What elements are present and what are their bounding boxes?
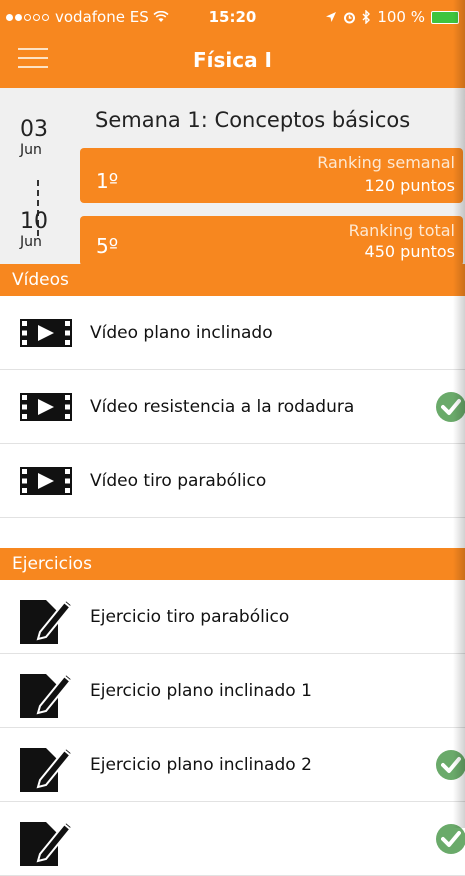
start-month: Jun bbox=[20, 142, 42, 158]
video-list-item[interactable]: Vídeo plano inclinado bbox=[0, 296, 465, 370]
start-day: 03 bbox=[20, 117, 48, 142]
item-label: Vídeo tiro parabólico bbox=[90, 471, 267, 491]
battery-percent: 100 % bbox=[377, 8, 425, 26]
exercise-list-item[interactable]: Ejercicio plano inclinado 2 bbox=[0, 728, 465, 802]
video-icon bbox=[20, 467, 72, 495]
total-ranking-label: Ranking total bbox=[348, 221, 455, 240]
item-label: Vídeo plano inclinado bbox=[90, 323, 273, 343]
edit-document-icon bbox=[20, 746, 74, 792]
video-icon bbox=[20, 393, 72, 421]
battery-icon bbox=[431, 10, 459, 24]
edit-document-icon bbox=[20, 820, 74, 866]
total-ranking-points: 450 puntos bbox=[364, 242, 455, 261]
video-list-item[interactable]: Vídeo tiro parabólico bbox=[0, 444, 465, 518]
exercise-list-item[interactable]: Ejercicio tiro parabólico bbox=[0, 580, 465, 654]
video-icon bbox=[20, 319, 72, 347]
weekly-ranking-position: 1º bbox=[96, 169, 119, 193]
alarm-icon bbox=[344, 12, 356, 23]
video-list-item[interactable]: Vídeo resistencia a la rodadura bbox=[0, 370, 465, 444]
weekly-ranking-points: 120 puntos bbox=[364, 176, 455, 195]
videos-section-header: Vídeos bbox=[0, 264, 465, 296]
week-end-date: 10 Jun bbox=[20, 209, 80, 251]
week-start-date: 03 Jun bbox=[20, 117, 80, 159]
exercise-list-item[interactable]: Ejercicio plano inclinado 1 bbox=[0, 654, 465, 728]
navigation-bar: Física I bbox=[0, 36, 465, 88]
end-month: Jun bbox=[20, 234, 42, 250]
item-label: Ejercicio plano inclinado 2 bbox=[90, 755, 312, 775]
week-title: Semana 1: Conceptos básicos bbox=[95, 108, 411, 132]
top-bar: vodafone ES 15:20 100 % Física I bbox=[0, 0, 465, 88]
item-label: Ejercicio plano inclinado 1 bbox=[90, 681, 312, 701]
completed-check-icon bbox=[436, 392, 465, 422]
location-arrow-icon bbox=[326, 12, 337, 22]
bluetooth-icon bbox=[362, 10, 371, 24]
edit-document-icon bbox=[20, 598, 74, 644]
total-ranking-card[interactable]: 5º Ranking total 450 puntos bbox=[80, 216, 463, 266]
status-right: 100 % bbox=[325, 8, 459, 26]
end-day: 10 bbox=[20, 209, 48, 234]
completed-check-icon bbox=[436, 824, 465, 854]
total-ranking-position: 5º bbox=[96, 234, 119, 258]
page-title: Física I bbox=[192, 48, 273, 72]
exercise-list-item[interactable] bbox=[0, 802, 465, 876]
completed-check-icon bbox=[436, 750, 465, 780]
item-label: Ejercicio tiro parabólico bbox=[90, 607, 290, 627]
edit-document-icon bbox=[20, 672, 74, 718]
weekly-ranking-label: Ranking semanal bbox=[317, 153, 455, 172]
exercises-section-header: Ejercicios bbox=[0, 548, 465, 580]
week-summary: Semana 1: Conceptos básicos 03 Jun 10 Ju… bbox=[0, 88, 465, 266]
weekly-ranking-card[interactable]: 1º Ranking semanal 120 puntos bbox=[80, 148, 463, 203]
item-label: Vídeo resistencia a la rodadura bbox=[90, 397, 355, 417]
status-bar: vodafone ES 15:20 100 % bbox=[0, 0, 465, 36]
